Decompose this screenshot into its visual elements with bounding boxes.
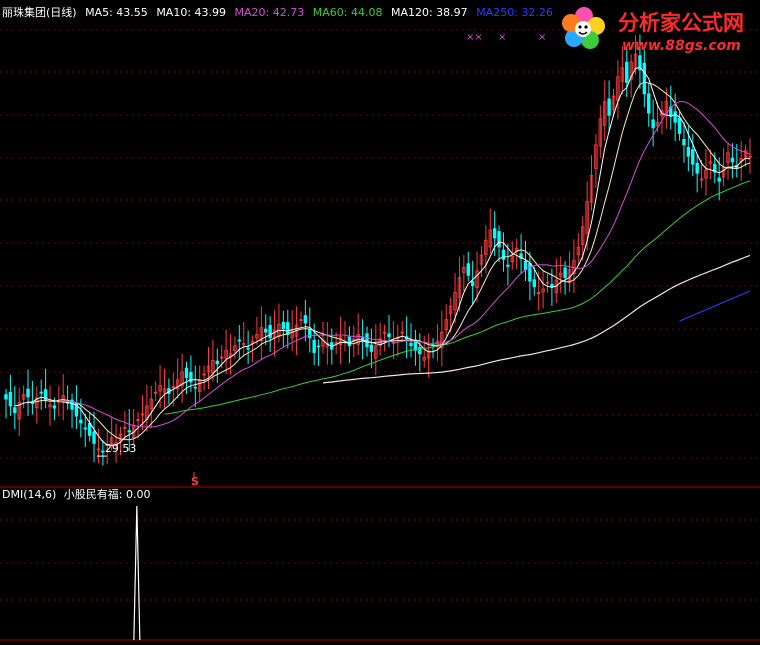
ma10-line (27, 81, 751, 441)
chart-header: 丽珠集团(日线) MA5: 43.55 MA10: 43.99 MA20: 42… (2, 4, 558, 20)
candle-down (189, 371, 193, 383)
candle-down (281, 321, 286, 330)
watermark-url: www.88gs.com (622, 38, 741, 54)
candle-down (246, 347, 250, 350)
indicator-line-label: 小股民有福: 0.00 (63, 488, 151, 501)
watermark-logo: 分析家公式网 www.88gs.com (562, 7, 744, 54)
top-marker: × (498, 32, 506, 43)
candle-down (695, 162, 699, 174)
candle-down (647, 93, 651, 114)
candle-down (286, 322, 290, 335)
candle-down (625, 61, 629, 83)
top-marker: ×× (466, 32, 483, 43)
candle-down (237, 339, 242, 342)
ma120-line (322, 254, 751, 384)
candle-down (365, 333, 369, 348)
ma120-label: MA120: 38.97 (390, 6, 468, 19)
candle-down (409, 342, 413, 347)
candle-down (492, 228, 497, 239)
candle-down (127, 430, 131, 433)
candle-down (642, 62, 647, 95)
watermark-site: 分析家公式网 (618, 11, 744, 35)
ma10-label: MA10: 43.99 (156, 6, 227, 19)
low-price-label: 29.53 (105, 442, 137, 455)
signal-marker: S (191, 475, 199, 488)
ma5-label: MA5: 43.55 (85, 6, 148, 19)
candle-down (717, 177, 721, 182)
candle-down (316, 345, 321, 348)
candle-down (83, 427, 87, 430)
candle-down (215, 360, 220, 365)
candle-down (691, 149, 695, 165)
candle-down (607, 98, 611, 116)
stock-chart[interactable]: 29.53S×× × × (0, 0, 760, 645)
candle-down (387, 333, 391, 338)
ma250-label: MA250: 32.26 (476, 6, 553, 19)
ma250-line (679, 290, 751, 322)
candle-down (79, 419, 83, 424)
candle-down (501, 249, 506, 260)
flower-icon (562, 7, 605, 49)
ma60-line (164, 180, 751, 415)
candle-down (497, 231, 501, 248)
candle-down (369, 344, 374, 352)
candle-down (682, 139, 686, 146)
stock-title: 丽珠集团(日线) (2, 6, 77, 19)
ma5-line (14, 66, 751, 446)
candle-down (347, 336, 352, 347)
candle-down (268, 324, 272, 339)
candle-down (184, 367, 189, 378)
candle-down (673, 111, 677, 123)
ma20-line (58, 101, 751, 428)
candle-down (193, 386, 198, 389)
candle-down (26, 388, 30, 398)
candle-down (528, 262, 532, 282)
candle-down (87, 422, 92, 436)
candle-down (470, 281, 475, 286)
candle-down (506, 264, 510, 267)
candle-down (92, 431, 96, 444)
candle-down (52, 405, 57, 409)
candle-down (303, 315, 308, 324)
candle-down (101, 450, 105, 453)
candle-down (466, 263, 470, 276)
candle-down (39, 391, 43, 394)
top-marker: × (538, 32, 546, 43)
candle-down (686, 147, 691, 157)
candle-down (677, 117, 682, 134)
indicator-header: DMI(14,6) 小股民有福: 0.00 (2, 486, 150, 502)
candle-down (312, 339, 316, 353)
indicator-spike (133, 505, 141, 641)
candle-down (8, 391, 13, 407)
indicator-name: DMI(14,6) (2, 488, 57, 501)
candle-down (264, 328, 268, 333)
candle-down (532, 279, 536, 288)
candle-down (523, 260, 528, 271)
ma60-label: MA60: 44.08 (312, 6, 383, 19)
candle-down (308, 328, 312, 339)
candle-down (730, 157, 735, 163)
candle-down (563, 267, 567, 279)
candle-down (13, 407, 17, 414)
candle-down (651, 119, 655, 129)
ma20-label: MA20: 42.73 (234, 6, 305, 19)
candle-down (550, 283, 554, 288)
candle-down (4, 394, 8, 400)
